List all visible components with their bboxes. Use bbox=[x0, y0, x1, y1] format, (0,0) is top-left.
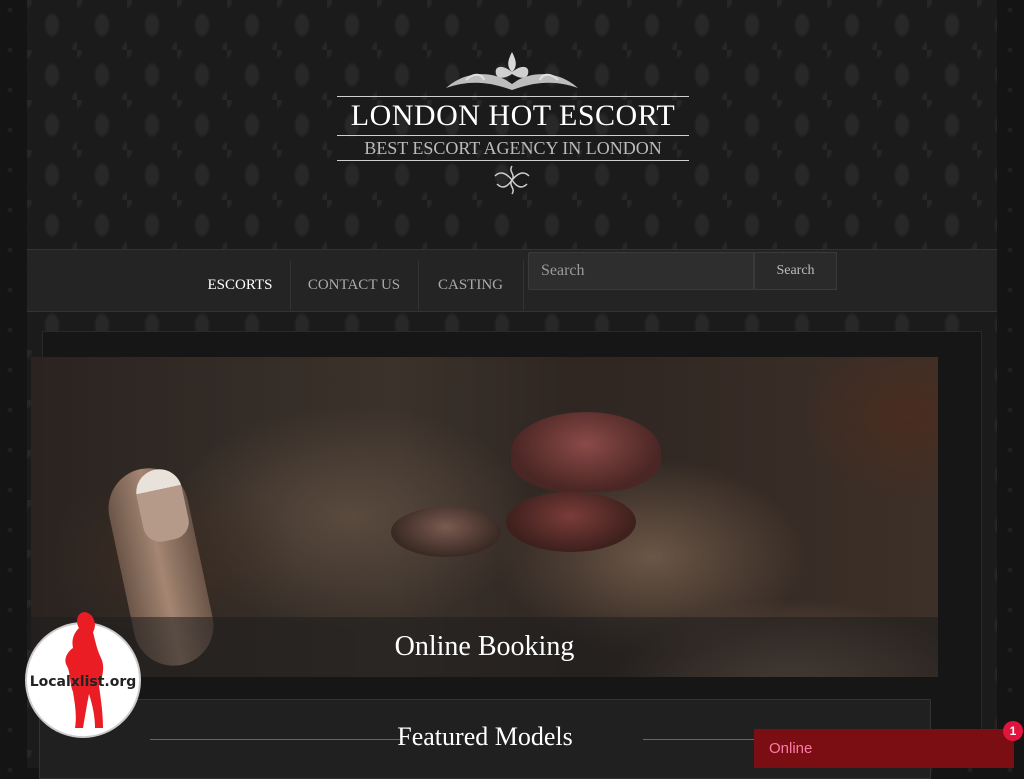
site-title[interactable]: LONDON HOT ESCORT bbox=[337, 96, 689, 136]
hero-banner[interactable]: Online Booking bbox=[31, 357, 938, 677]
chat-widget-tab[interactable]: Online bbox=[754, 729, 1014, 768]
search-button[interactable]: Search bbox=[754, 252, 837, 290]
badge-text: Localxlist.org bbox=[29, 674, 137, 690]
chat-notification-badge: 1 bbox=[1003, 721, 1023, 741]
hero-caption[interactable]: Online Booking bbox=[31, 617, 938, 677]
woman-silhouette-icon bbox=[65, 612, 104, 728]
hero-image-detail bbox=[511, 412, 661, 492]
site-header: LONDON HOT ESCORT BEST ESCORT AGENCY IN … bbox=[27, 0, 997, 248]
nav-item-escorts[interactable]: ESCORTS bbox=[190, 260, 291, 310]
search-input[interactable] bbox=[528, 252, 754, 290]
site-subtitle: BEST ESCORT AGENCY IN LONDON bbox=[337, 136, 689, 161]
localxlist-badge[interactable]: Localxlist.org bbox=[25, 608, 141, 738]
main-navbar: ESCORTS CONTACT US CASTING Search bbox=[27, 249, 997, 312]
hero-image-detail bbox=[506, 492, 636, 552]
chat-status-label: Online bbox=[769, 740, 813, 757]
nav-item-contact-us[interactable]: CONTACT US bbox=[290, 260, 419, 310]
fleur-de-lis-ornament-icon bbox=[446, 52, 578, 90]
hero-image-detail bbox=[391, 507, 501, 557]
flourish-ornament-icon bbox=[494, 165, 530, 195]
nav-item-casting[interactable]: CASTING bbox=[418, 260, 524, 310]
